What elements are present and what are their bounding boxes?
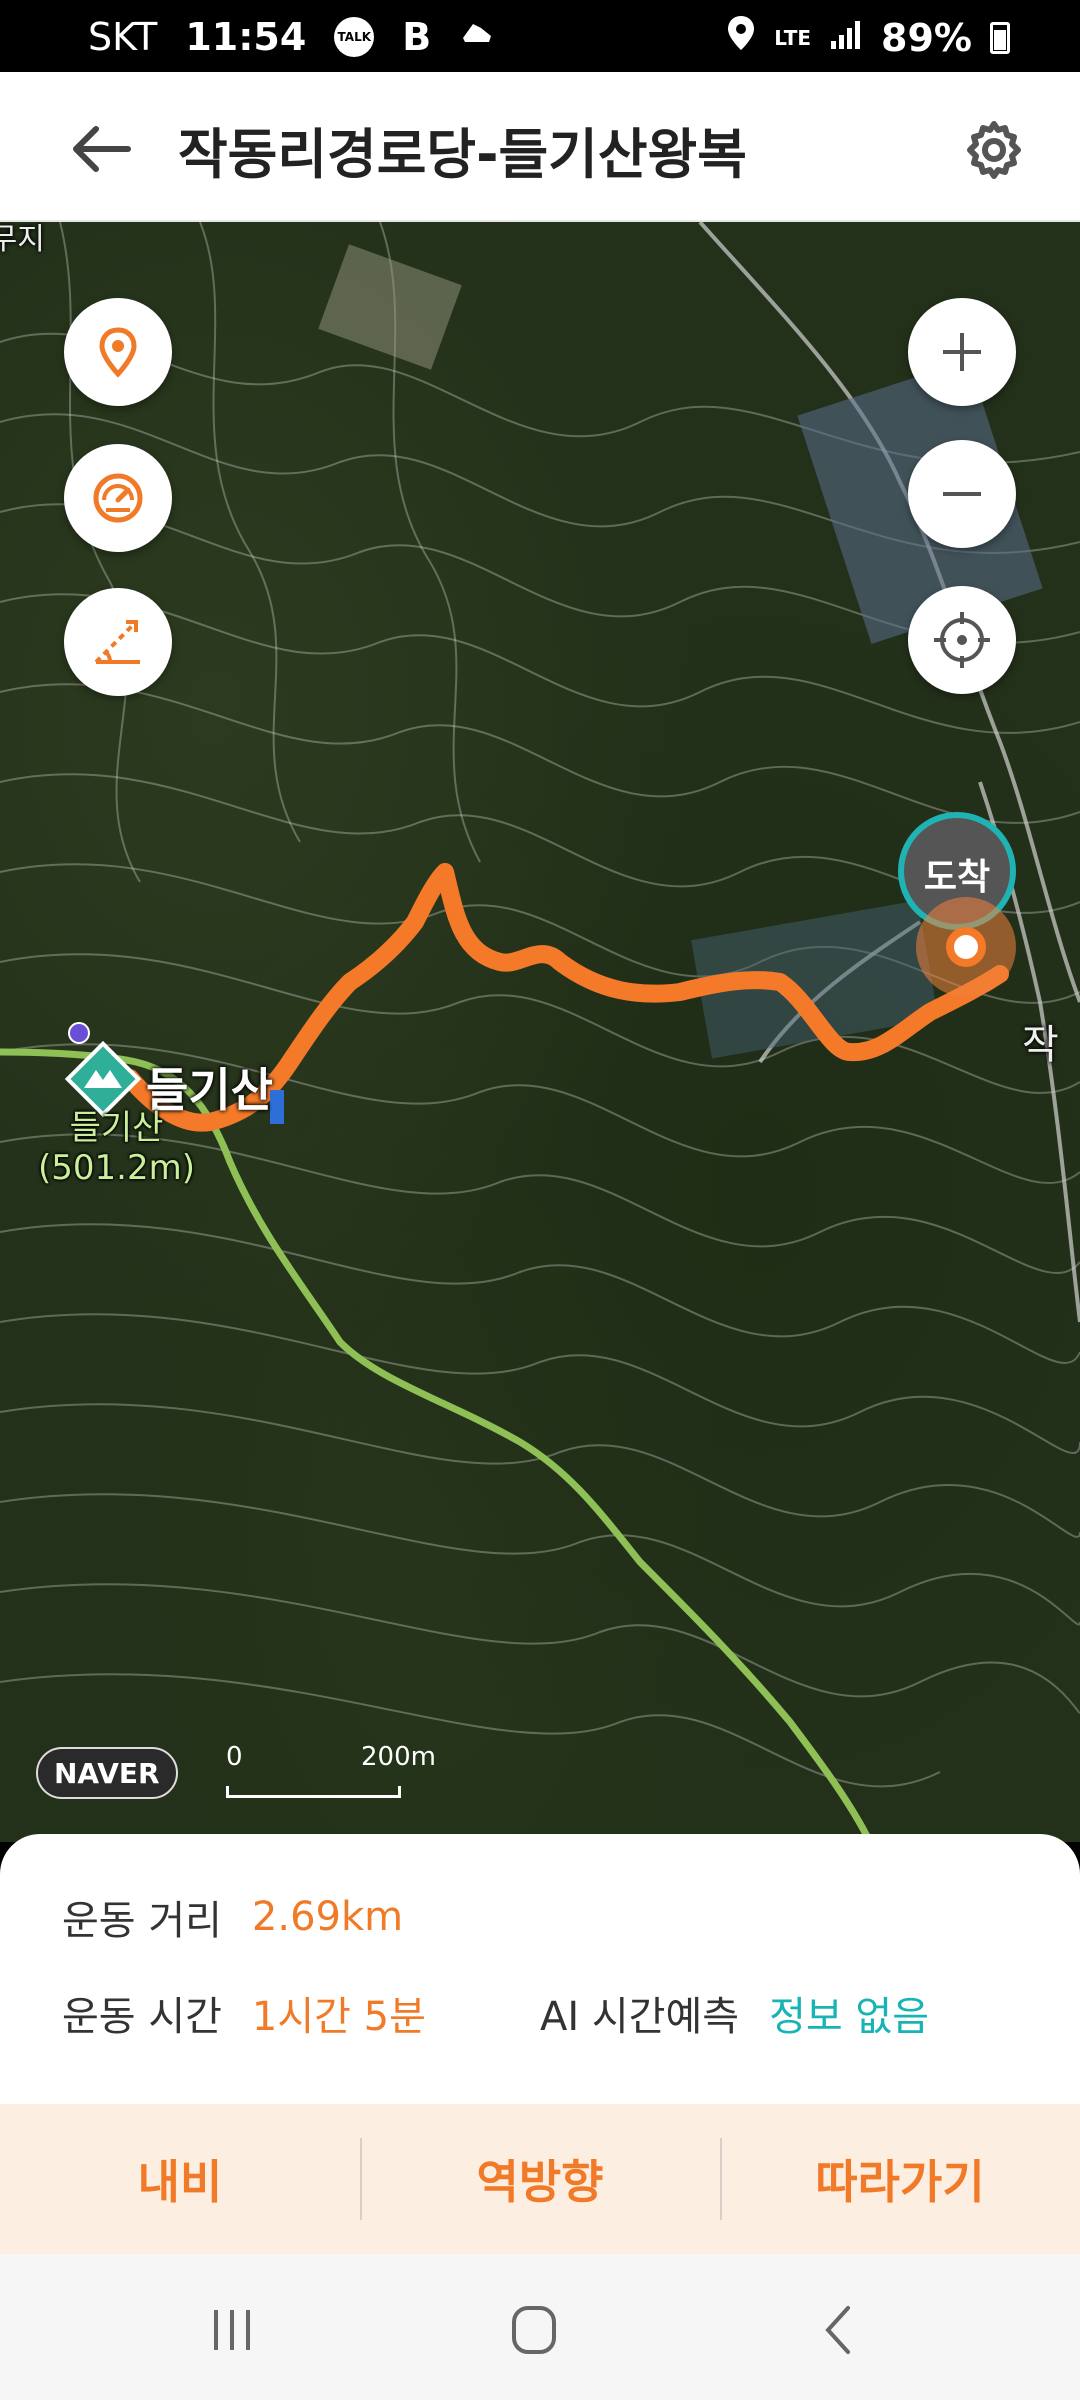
recent-apps-button[interactable] <box>192 2290 272 2370</box>
network-type: LTE <box>774 25 812 50</box>
signal-icon <box>829 16 863 60</box>
back-button[interactable] <box>60 114 140 184</box>
scale-bar <box>226 1786 401 1798</box>
speedometer-icon <box>93 473 143 523</box>
minus-icon <box>943 492 981 496</box>
zoom-out-button[interactable] <box>908 440 1016 548</box>
battery-percent: 89% <box>881 15 972 60</box>
follow-button[interactable]: 따라가기 <box>720 2104 1080 2254</box>
ai-prediction-value: 정보 없음 <box>769 1994 929 2040</box>
peak-marker[interactable] <box>64 1040 142 1118</box>
edge-label-top: 나무지 <box>0 222 45 257</box>
time-row: 운동 시간 1시간 5분 <box>62 1984 426 2042</box>
talk-notification-icon: TALK <box>334 16 375 57</box>
distance-label: 운동 거리 <box>62 1898 222 1944</box>
location-status-icon <box>726 14 756 61</box>
gear-icon <box>967 121 1021 179</box>
clock: 11:54 <box>185 14 307 59</box>
zoom-in-button[interactable] <box>908 298 1016 406</box>
chevron-left-icon <box>825 2306 850 2354</box>
ai-prediction-label: AI 시간예측 <box>540 1994 740 2040</box>
summit-top-icon <box>68 1022 90 1044</box>
map-pin-icon <box>99 327 137 378</box>
page-title: 작동리경로당-들기산왕복 <box>178 123 747 186</box>
home-icon <box>512 2306 556 2354</box>
carrier-label: SKT <box>88 14 158 59</box>
slope-icon <box>94 620 140 664</box>
slope-button[interactable] <box>64 588 172 696</box>
my-location-button[interactable] <box>908 586 1016 694</box>
summit-name: 들기산 <box>69 1108 164 1148</box>
scale-zero: 0 <box>226 1742 243 1772</box>
summit-elevation: (501.2m) <box>38 1148 195 1188</box>
app-bar: 작동리경로당-들기산왕복 <box>0 72 1080 222</box>
summit-label: 들기산 (501.2m) <box>38 1108 195 1188</box>
distance-value: 2.69km <box>251 1894 404 1940</box>
edge-label-right: 작 <box>1022 1022 1059 1068</box>
action-bar: 내비 역방향 따라가기 <box>0 2104 1080 2254</box>
distance-row: 운동 거리 2.69km <box>62 1888 403 1946</box>
scale-length: 200m <box>361 1742 436 1772</box>
back-nav-button[interactable] <box>800 2290 880 2370</box>
status-bar: SKT 11:54 TALK B LTE 89% <box>0 0 1080 72</box>
navigate-button[interactable]: 내비 <box>0 2104 360 2254</box>
info-panel: 운동 거리 2.69km 운동 시간 1시간 5분 AI 시간예측 정보 없음 <box>0 1834 1080 2104</box>
map-scale: 0 200m <box>226 1742 436 1802</box>
b-notification-icon: B <box>402 14 432 59</box>
destination-marker[interactable] <box>916 897 1016 997</box>
destination-dot <box>946 927 986 967</box>
time-label: 운동 시간 <box>62 1994 222 2040</box>
status-right: LTE 89% <box>726 14 1010 61</box>
arrow-left-icon <box>73 126 131 172</box>
home-button[interactable] <box>494 2290 574 2370</box>
ai-prediction-row: AI 시간예측 정보 없음 <box>540 1984 929 2042</box>
status-left: SKT 11:54 TALK B <box>88 14 495 59</box>
battery-icon <box>990 21 1010 54</box>
shoe-notification-icon <box>459 14 495 59</box>
location-pin-button[interactable] <box>64 298 172 406</box>
recent-apps-icon <box>214 2310 250 2350</box>
time-value: 1시간 5분 <box>251 1994 426 2040</box>
system-nav-bar <box>0 2254 1080 2400</box>
speedometer-button[interactable] <box>64 444 172 552</box>
plus-icon <box>943 333 981 371</box>
map-view[interactable]: 들기산 들기산 (501.2m) 도착 작 나무지 NAVER 0 200m <box>0 222 1080 1842</box>
reverse-button[interactable]: 역방향 <box>360 2104 720 2254</box>
crosshair-icon <box>934 612 990 668</box>
naver-logo: NAVER <box>36 1747 178 1799</box>
settings-button[interactable] <box>954 110 1034 190</box>
mountain-icon <box>64 1040 142 1118</box>
